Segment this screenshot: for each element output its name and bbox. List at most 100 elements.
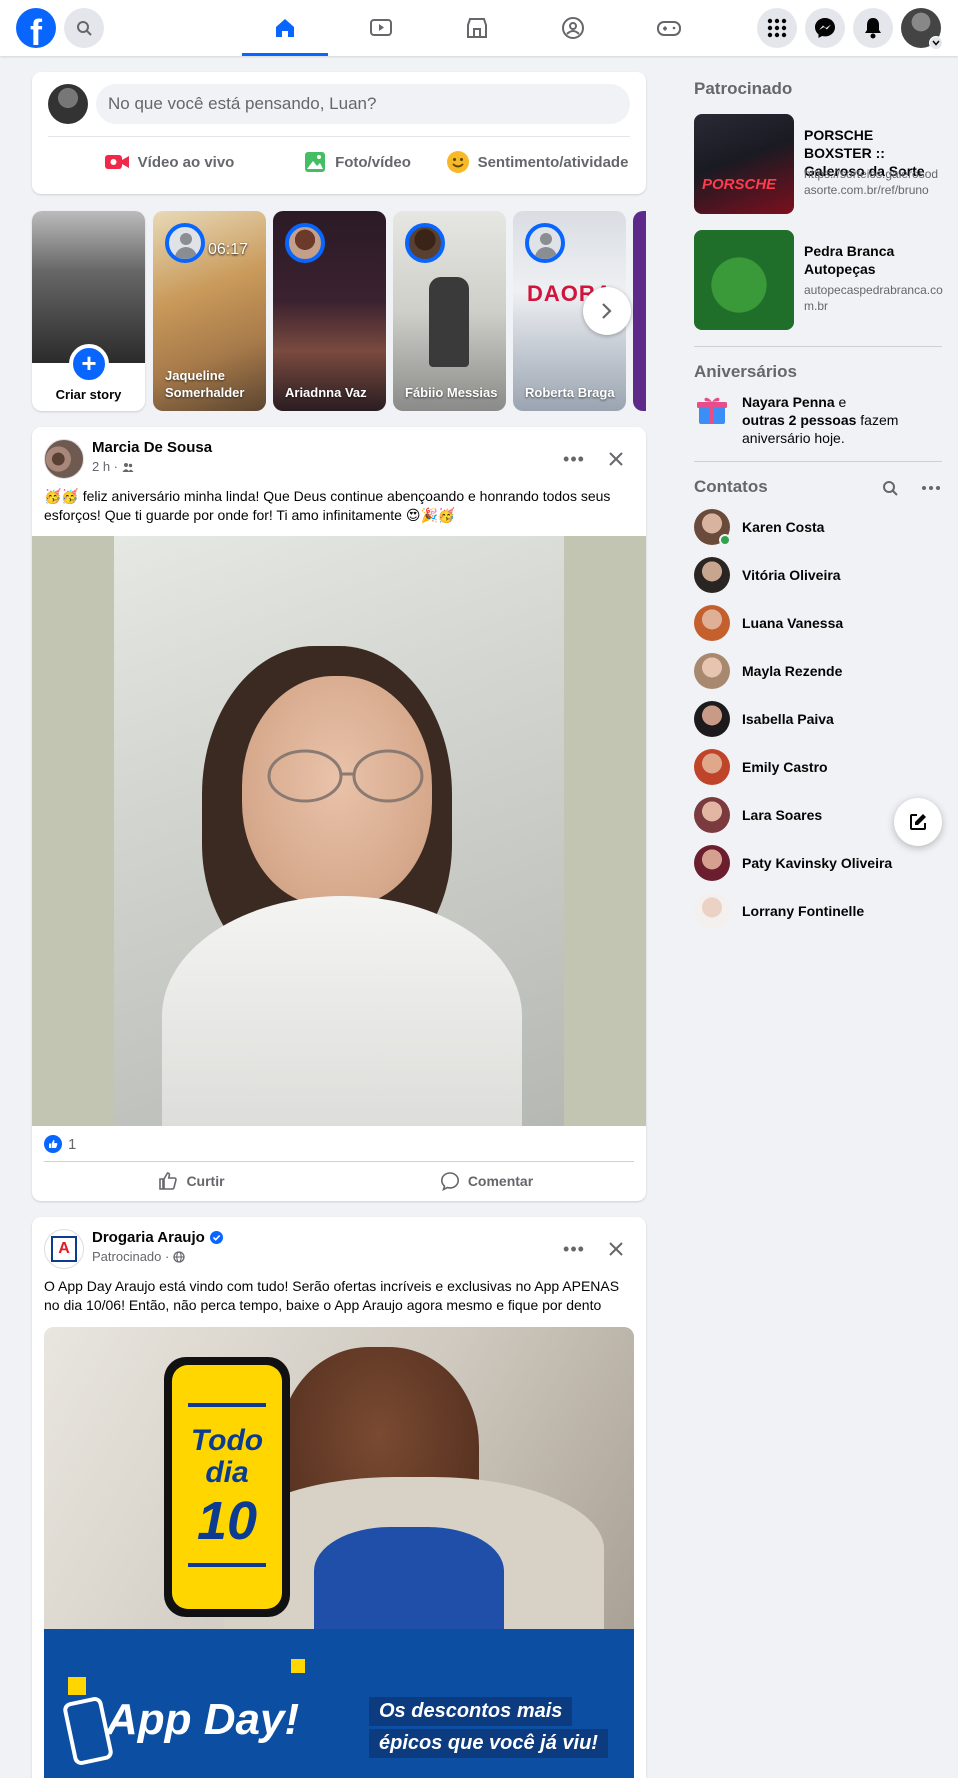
video-icon xyxy=(370,19,392,36)
advertiser-logo: A xyxy=(51,1236,77,1262)
post-more-options-button[interactable]: ••• xyxy=(556,1231,592,1267)
tab-marketplace[interactable] xyxy=(434,0,520,56)
contact-item[interactable]: Emily Castro xyxy=(694,743,944,791)
gift-icon xyxy=(697,397,727,424)
friends-audience-icon xyxy=(122,462,134,472)
ad-banner: App Day! Os descontos mais épicos que vo… xyxy=(44,1629,634,1778)
post-author-name[interactable]: Marcia De Sousa xyxy=(92,439,212,456)
story-avatar xyxy=(405,223,445,263)
contacts-search-button[interactable] xyxy=(878,476,902,500)
account-avatar[interactable] xyxy=(901,8,943,50)
hide-post-button[interactable] xyxy=(598,441,634,477)
birthday-notice[interactable]: Nayara Penna e outras 2 pessoas fazem ani… xyxy=(694,390,944,450)
feed-post: Marcia De Sousa 2 h · ••• 🥳🥳 feliz anive… xyxy=(32,427,646,1201)
close-icon xyxy=(609,1242,623,1256)
photo-video-label: Foto/vídeo xyxy=(335,153,411,171)
facebook-logo[interactable]: f xyxy=(16,8,56,53)
tab-video[interactable] xyxy=(338,0,424,56)
ad-phone-screen: Todo dia 10 xyxy=(172,1365,282,1609)
composer-input[interactable]: No que você está pensando, Luan? xyxy=(96,84,630,124)
bell-icon xyxy=(865,18,881,39)
contact-item[interactable]: Lorrany Fontinelle xyxy=(694,887,944,935)
comment-button[interactable]: Comentar xyxy=(339,1165,634,1197)
contact-item[interactable]: Karen Costa xyxy=(694,503,944,551)
percent-badge xyxy=(68,1677,86,1695)
contact-item[interactable]: Luana Vanessa xyxy=(694,599,944,647)
user-avatar[interactable] xyxy=(48,84,88,124)
advertiser-name[interactable]: Drogaria Araujo xyxy=(92,1229,205,1246)
smiley-icon xyxy=(446,151,469,173)
contact-name: Karen Costa xyxy=(742,519,825,535)
sponsored-label[interactable]: Patrocinado · xyxy=(92,1249,169,1264)
live-video-icon xyxy=(104,155,129,169)
search-icon xyxy=(77,21,92,36)
birthday-text: Nayara Penna e outras 2 pessoas fazem ani… xyxy=(742,393,942,447)
gaming-icon xyxy=(657,21,681,36)
photo-video-button[interactable]: Foto/vídeo xyxy=(282,142,432,182)
reactions-summary[interactable]: 1 xyxy=(44,1134,76,1154)
contacts-heading: Contatos xyxy=(694,477,768,496)
sidebar-divider xyxy=(694,461,942,462)
ad-thumbnail xyxy=(694,230,794,330)
ad-phone-text-1: Todo xyxy=(190,1424,264,1457)
contact-item[interactable]: Vitória Oliveira xyxy=(694,551,944,599)
sidebar-ad[interactable]: PORSCHE PORSCHE BOXSTER :: Galeroso da S… xyxy=(694,114,944,214)
messenger-icon xyxy=(815,18,835,38)
like-label: Curtir xyxy=(186,1173,225,1189)
contacts-options-button[interactable] xyxy=(918,476,944,500)
contact-name: Vitória Oliveira xyxy=(742,567,841,583)
create-story-card[interactable]: + Criar story xyxy=(32,211,145,411)
post-author-avatar[interactable] xyxy=(44,439,84,479)
post-time[interactable]: 2 h · xyxy=(92,459,118,474)
ad-creative[interactable]: Todo dia 10 App Day! Os descontos mais é… xyxy=(44,1327,634,1778)
ad-url: autopecaspedrabranca.com.br xyxy=(804,283,943,313)
advertiser-avatar[interactable]: A xyxy=(44,1229,84,1269)
comment-label: Comentar xyxy=(467,1173,534,1189)
compose-icon xyxy=(910,814,926,830)
sponsored-post: A Drogaria Araujo Patrocinado · ••• O Ap… xyxy=(32,1217,646,1778)
birthday-name[interactable]: Nayara Penna xyxy=(742,394,835,410)
post-text: O App Day Araujo está vindo com tudo! Se… xyxy=(44,1278,620,1313)
tab-gaming[interactable] xyxy=(626,0,712,56)
thumbs-up-icon xyxy=(159,1172,178,1190)
feeling-activity-button[interactable]: Sentimento/atividade xyxy=(442,142,632,182)
photo-icon xyxy=(305,152,326,172)
birthday-others[interactable]: outras 2 pessoas xyxy=(742,412,856,428)
hide-post-button[interactable] xyxy=(598,1231,634,1267)
menu-button[interactable] xyxy=(757,8,797,48)
tab-groups[interactable] xyxy=(530,0,616,56)
close-icon xyxy=(609,452,623,466)
photo-coat xyxy=(162,896,522,1126)
ad-banner-title: App Day! xyxy=(106,1695,300,1744)
notifications-button[interactable] xyxy=(853,8,893,48)
online-indicator xyxy=(719,534,731,546)
globe-icon xyxy=(173,1250,185,1263)
composer-divider xyxy=(48,136,630,137)
story-card[interactable]: 06:17 Jaqueline Somerhalder xyxy=(153,211,266,411)
messenger-button[interactable] xyxy=(805,8,845,48)
contact-item[interactable]: Paty Kavinsky Oliveira xyxy=(694,839,944,887)
story-card-partial[interactable] xyxy=(633,211,646,411)
post-photo[interactable] xyxy=(32,536,646,1126)
story-card[interactable]: Ariadnna Vaz xyxy=(273,211,386,411)
contact-avatar xyxy=(694,509,731,546)
search-button[interactable] xyxy=(64,8,104,48)
contact-avatar xyxy=(694,653,730,689)
live-video-button[interactable]: Vídeo ao vivo xyxy=(84,142,254,182)
story-card[interactable]: Fábiio Messias xyxy=(393,211,506,411)
ad-phone-text-2: dia xyxy=(205,1456,249,1489)
advertiser-logo-letter: A xyxy=(58,1240,70,1257)
ad-person-tee xyxy=(314,1527,504,1637)
marketplace-icon xyxy=(467,18,487,38)
contact-item[interactable]: Mayla Rezende xyxy=(694,647,944,695)
post-composer: No que você está pensando, Luan? Vídeo a… xyxy=(32,72,646,194)
contact-item[interactable]: Isabella Paiva xyxy=(694,695,944,743)
new-message-button[interactable] xyxy=(894,798,942,846)
tab-home[interactable] xyxy=(242,0,328,56)
chevron-down-icon xyxy=(929,36,943,50)
like-button[interactable]: Curtir xyxy=(44,1165,339,1197)
post-more-options-button[interactable]: ••• xyxy=(556,441,592,477)
stories-next-button[interactable] xyxy=(583,287,631,335)
ad-thumbnail-text: PORSCHE xyxy=(702,176,777,193)
sidebar-ad[interactable]: Pedra Branca Autopeças autopecaspedrabra… xyxy=(694,230,944,330)
